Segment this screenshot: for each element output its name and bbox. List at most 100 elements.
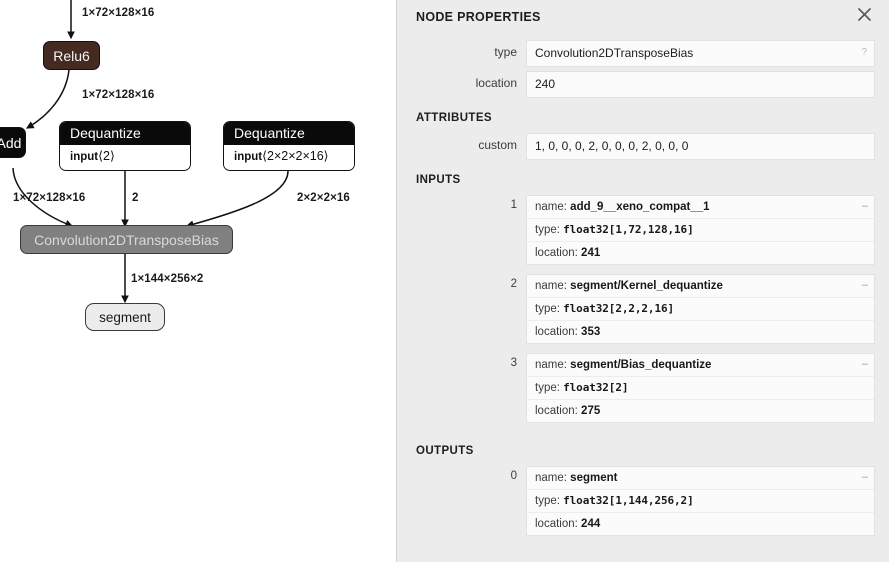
help-hint-icon[interactable]: ? (861, 46, 867, 60)
property-row-location: location 240 (397, 71, 889, 98)
input-argument-location-value: 353 (581, 326, 601, 338)
input-argument-location-label: location: (535, 405, 578, 417)
property-label-type: type (494, 45, 517, 59)
attribute-row-custom: custom 1, 0, 0, 0, 2, 0, 0, 0, 2, 0, 0, … (397, 133, 889, 160)
input-argument-name-value: add_9__xeno_compat__1 (570, 201, 710, 213)
collapse-toggle-icon[interactable]: – (862, 470, 868, 484)
input-argument-location-label: location: (535, 247, 578, 259)
collapse-toggle-icon[interactable]: – (862, 278, 868, 292)
input-argument-index: 3 (510, 357, 517, 369)
output-argument-type-value: float32[1,144,256,2] (563, 494, 694, 507)
graph-node-segment[interactable]: segment (85, 303, 165, 331)
input-argument-name-value: segment/Bias_dequantize (570, 359, 712, 371)
edge-relu6-to-add (25, 69, 70, 129)
node-basic-properties: type Convolution2DTransposeBias ? locati… (397, 40, 889, 98)
input-argument-name-value: segment/Kernel_dequantize (570, 280, 723, 292)
graph-canvas[interactable]: Relu6 Add Dequantize input⟨2⟩ Dequantize… (0, 0, 396, 562)
input-argument-location-line: location: 241 (527, 242, 874, 264)
collapse-toggle-icon[interactable]: – (862, 357, 868, 371)
graph-node-dequantize-1-header: Dequantize (60, 122, 190, 145)
input-argument-type-value: float32[1,72,128,16] (563, 223, 694, 236)
input-argument-type-label: type: (535, 303, 560, 315)
input-argument-type-line: type: float32[1,72,128,16] (527, 219, 874, 242)
graph-node-relu6-label: Relu6 (53, 47, 90, 64)
output-argument-type-line: type: float32[1,144,256,2] (527, 490, 874, 513)
collapse-toggle-icon[interactable]: – (862, 199, 868, 213)
section-title-inputs: INPUTS (416, 174, 461, 186)
close-icon[interactable] (853, 3, 875, 25)
graph-node-convolution2dtransposebias[interactable]: Convolution2DTransposeBias (20, 225, 233, 254)
input-argument-location-value: 275 (581, 405, 601, 417)
output-argument-type-label: type: (535, 495, 560, 507)
graph-node-dequantize-2-value: ⟨2×2×2×16⟩ (262, 149, 329, 163)
output-argument-location-line: location: 244 (527, 513, 874, 535)
input-argument-box: name: add_9__xeno_compat__1 – type: floa… (526, 195, 875, 265)
edge-label-relu6-add: 1×72×128×16 (82, 89, 155, 101)
input-argument-type-label: type: (535, 224, 560, 236)
attribute-value-custom-text: 1, 0, 0, 0, 2, 0, 0, 0, 2, 0, 0, 0 (535, 139, 689, 153)
input-argument-type-line: type: float32[2] (527, 377, 874, 400)
output-argument-name-label: name: (535, 472, 567, 484)
input-argument-name-label: name: (535, 280, 567, 292)
graph-node-add-label: Add (0, 134, 22, 151)
input-argument-name-line: name: segment/Bias_dequantize – (527, 354, 874, 377)
graph-node-dequantize-2-header: Dequantize (224, 122, 354, 145)
graph-node-dequantize-2[interactable]: Dequantize input⟨2×2×2×16⟩ (223, 121, 355, 171)
property-value-type[interactable]: Convolution2DTransposeBias ? (526, 40, 875, 67)
input-argument-type-value: float32[2] (563, 381, 629, 394)
edge-label-deq1-conv: 2 (132, 192, 139, 204)
property-value-location[interactable]: 240 (526, 71, 875, 98)
property-label-location: location (475, 76, 517, 90)
attribute-label-custom: custom (478, 138, 517, 152)
section-title-outputs: OUTPUTS (416, 445, 474, 457)
input-argument-location-line: location: 275 (527, 400, 874, 422)
property-value-location-text: 240 (535, 77, 556, 91)
input-argument-type-label: type: (535, 382, 560, 394)
edge-label-add-conv: 1×72×128×16 (13, 192, 86, 204)
attribute-value-custom[interactable]: 1, 0, 0, 0, 2, 0, 0, 0, 2, 0, 0, 0 (526, 133, 875, 160)
output-argument-location-value: 244 (581, 518, 601, 530)
input-argument-type-line: type: float32[2,2,2,16] (527, 298, 874, 321)
input-argument-location-line: location: 353 (527, 321, 874, 343)
output-argument-name-line: name: segment – (527, 467, 874, 490)
output-argument-row: 0 name: segment – type: float32[1,144,25… (397, 466, 889, 536)
graph-node-add[interactable]: Add (0, 127, 26, 158)
graph-node-dequantize-1-key: input (70, 151, 99, 163)
input-argument-name-line: name: segment/Kernel_dequantize – (527, 275, 874, 298)
panel-title: NODE PROPERTIES (416, 10, 541, 24)
input-argument-row: 2 name: segment/Kernel_dequantize – type… (397, 274, 889, 344)
input-argument-row: 1 name: add_9__xeno_compat__1 – type: fl… (397, 195, 889, 265)
edge-label-deq2-conv: 2×2×2×16 (297, 192, 350, 204)
input-argument-name-label: name: (535, 201, 567, 213)
edge-label-top: 1×72×128×16 (82, 7, 155, 19)
input-argument-box: name: segment/Bias_dequantize – type: fl… (526, 353, 875, 423)
output-argument-index: 0 (510, 470, 517, 482)
edge-deq2-to-conv (185, 170, 289, 229)
input-argument-name-line: name: add_9__xeno_compat__1 – (527, 196, 874, 219)
graph-node-dequantize-2-body: input⟨2×2×2×16⟩ (224, 145, 354, 169)
graph-node-relu6[interactable]: Relu6 (43, 41, 100, 70)
input-argument-location-label: location: (535, 326, 578, 338)
input-argument-index: 1 (510, 199, 517, 211)
input-argument-row: 3 name: segment/Bias_dequantize – type: … (397, 353, 889, 423)
output-argument-location-label: location: (535, 518, 578, 530)
property-row-type: type Convolution2DTransposeBias ? (397, 40, 889, 67)
panel-header: NODE PROPERTIES (397, 0, 889, 32)
app-root: Relu6 Add Dequantize input⟨2⟩ Dequantize… (0, 0, 889, 562)
input-argument-name-label: name: (535, 359, 567, 371)
graph-node-dequantize-2-key: input (234, 151, 263, 163)
property-value-type-text: Convolution2DTransposeBias (535, 46, 694, 60)
input-argument-type-value: float32[2,2,2,16] (563, 302, 675, 315)
graph-node-dequantize-1-value: ⟨2⟩ (98, 149, 115, 163)
graph-node-convolution2dtransposebias-label: Convolution2DTransposeBias (34, 231, 219, 248)
input-argument-location-value: 241 (581, 247, 601, 259)
edge-label-conv-segment: 1×144×256×2 (131, 273, 204, 285)
input-argument-index: 2 (510, 278, 517, 290)
section-title-attributes: ATTRIBUTES (416, 112, 492, 124)
graph-node-dequantize-1-body: input⟨2⟩ (60, 145, 190, 169)
graph-node-dequantize-1[interactable]: Dequantize input⟨2⟩ (59, 121, 191, 171)
output-argument-name-value: segment (570, 472, 618, 484)
output-argument-box: name: segment – type: float32[1,144,256,… (526, 466, 875, 536)
graph-node-segment-label: segment (99, 309, 151, 325)
node-properties-panel: NODE PROPERTIES type Convolution2DTransp… (396, 0, 889, 562)
